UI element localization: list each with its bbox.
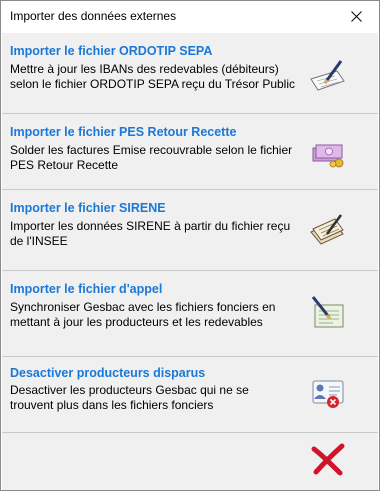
option-description: Solder les factures Emise recouvrable se… — [10, 143, 293, 172]
option-import-sirene[interactable]: Importer le fichier SIRENE Importer les … — [2, 190, 378, 271]
option-title[interactable]: Desactiver producteurs disparus — [10, 366, 205, 380]
document-pen-icon — [311, 296, 344, 328]
user-card-remove-icon — [312, 380, 344, 408]
option-title[interactable]: Importer le fichier d'appel — [10, 282, 162, 296]
close-icon — [350, 11, 362, 22]
option-import-pes-retour[interactable]: Importer le fichier PES Retour Recette S… — [2, 114, 378, 190]
option-desactiver-producteurs[interactable]: Desactiver producteurs disparus Desactiv… — [2, 357, 378, 433]
option-import-ordotip[interactable]: Importer le fichier ORDOTIP SEPA Mettre … — [2, 33, 378, 114]
option-description: Mettre à jour les IBANs des redevables (… — [10, 62, 296, 91]
option-description: Desactiver les producteurs Gesbac qui ne… — [10, 383, 249, 412]
option-title[interactable]: Importer le fichier ORDOTIP SEPA — [10, 44, 212, 58]
import-dialog: Importer des données externes Importer l… — [0, 0, 380, 491]
option-description: Synchroniser Gesbac avec les fichiers fo… — [10, 300, 276, 329]
option-description: Importer les données SIRENE à partir du … — [10, 219, 291, 248]
option-import-appel[interactable]: Importer le fichier d'appel Synchroniser… — [2, 271, 378, 357]
notepad-pen-icon — [310, 60, 345, 91]
close-button[interactable] — [333, 1, 379, 32]
red-x-icon — [311, 443, 345, 476]
window-title: Importer des données externes — [10, 9, 177, 23]
document-stack-icon — [310, 214, 344, 245]
banknotes-icon — [312, 144, 344, 168]
option-title[interactable]: Importer le fichier PES Retour Recette — [10, 125, 236, 139]
title-bar: Importer des données externes — [1, 1, 379, 32]
options-panel: Importer le fichier ORDOTIP SEPA Mettre … — [2, 33, 378, 490]
cancel-button[interactable] — [308, 441, 348, 477]
option-title[interactable]: Importer le fichier SIRENE — [10, 201, 166, 215]
